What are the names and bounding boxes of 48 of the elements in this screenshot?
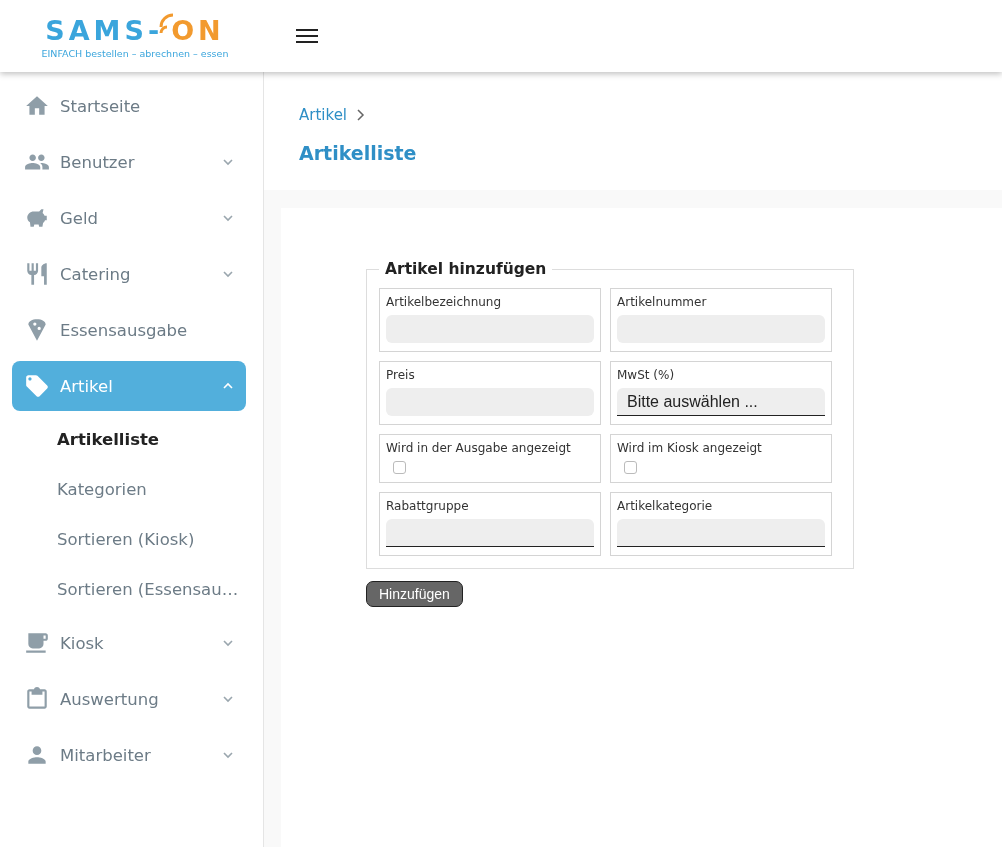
select-field[interactable]: [617, 519, 825, 547]
sidebar-item[interactable]: Benutzer: [12, 137, 246, 187]
logo-text: ON: [171, 17, 225, 45]
sidebar-item[interactable]: Auswertung: [12, 674, 246, 724]
fork-knife-icon: [24, 261, 50, 287]
logo-text: SAMS-: [45, 17, 164, 45]
tag-icon: [24, 373, 50, 399]
checkbox[interactable]: [393, 461, 406, 474]
select-field[interactable]: Bitte auswählen ...: [617, 388, 825, 416]
field-label: Rabattgruppe: [386, 499, 470, 513]
menu-icon: [296, 28, 318, 44]
sidebar-item[interactable]: Kiosk: [12, 618, 246, 668]
field-label: Wird in der Ausgabe angezeigt: [386, 441, 572, 455]
sidebar-item-label: Catering: [60, 264, 132, 284]
submenu-item[interactable]: Kategorien: [0, 467, 263, 512]
select-field[interactable]: [386, 519, 594, 547]
sidebar-item[interactable]: Geld: [12, 193, 246, 243]
sidebar-item-label: Mitarbeiter: [60, 745, 152, 765]
page-title: Artikelliste: [299, 142, 418, 164]
sidebar-item-label: Auswertung: [60, 689, 160, 709]
field-label: Artikelbezeichnung: [386, 295, 503, 309]
add-button[interactable]: Hinzufügen: [366, 581, 463, 607]
field-label: Artikelkategorie: [617, 499, 714, 513]
sidebar-item-label: Startseite: [60, 96, 142, 116]
field-label: MwSt (%): [617, 368, 676, 382]
field-label: Preis: [386, 368, 416, 382]
field-label: Wird im Kiosk angezeigt: [617, 441, 763, 455]
clipboard-icon: [24, 686, 50, 712]
form-legend: Artikel hinzufügen: [379, 260, 553, 278]
chevron-right-icon: [355, 109, 366, 121]
sidebar-item[interactable]: Startseite: [12, 81, 246, 131]
submenu-item[interactable]: Artikelliste: [0, 417, 263, 462]
logo-tagline: EINFACH bestellen – abrechnen – essen: [41, 48, 229, 59]
submenu-item[interactable]: Sortieren (Essensau…: [0, 567, 263, 612]
sidebar-item-label: Artikel: [60, 376, 114, 396]
sidebar-item-label: Kiosk: [60, 633, 105, 653]
submenu-item[interactable]: Sortieren (Kiosk): [0, 517, 263, 562]
sidebar-item-label: Geld: [60, 208, 99, 228]
sidebar-item[interactable]: Catering: [12, 249, 246, 299]
sidebar-item[interactable]: Artikel: [12, 361, 246, 411]
sidebar-item[interactable]: Mitarbeiter: [12, 730, 246, 780]
sidebar-item-label: Essensausgabe: [60, 320, 189, 340]
field-label: Artikelnummer: [617, 295, 708, 309]
sidebar-item-label: Benutzer: [60, 152, 136, 172]
checkbox[interactable]: [624, 461, 637, 474]
sidebar-item[interactable]: Essensausgabe: [12, 305, 246, 355]
breadcrumb-link[interactable]: Artikel: [299, 106, 348, 124]
cup-icon: [24, 630, 50, 656]
